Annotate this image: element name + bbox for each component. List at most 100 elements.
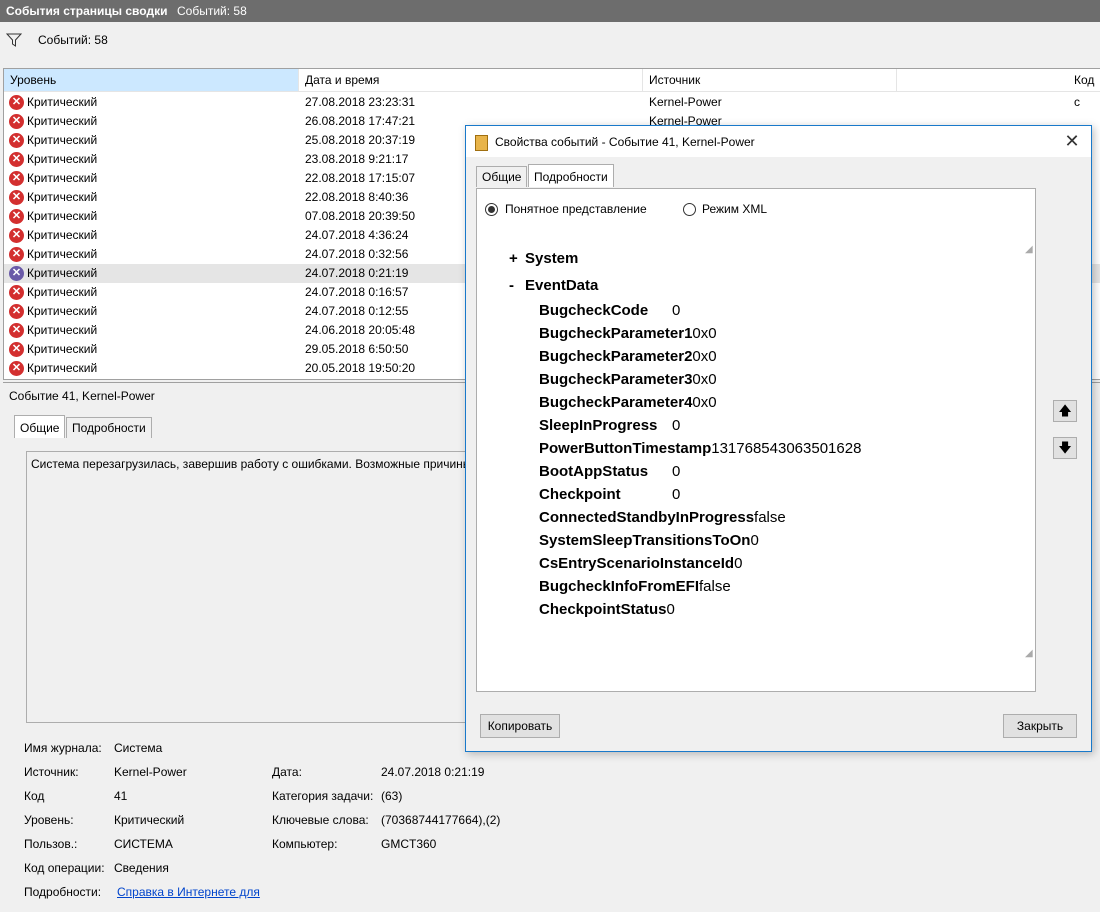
system-label: System: [525, 250, 579, 267]
arrow-down-icon[interactable]: 🡇: [1053, 437, 1077, 459]
prop-label-computer: Компьютер:: [272, 837, 338, 851]
eventdata-field: BugcheckInfoFromEFIfalse: [539, 578, 731, 595]
window-title: События страницы сводки: [6, 4, 168, 18]
field-value: 131768543063501628: [711, 440, 862, 457]
row-level: Критический: [27, 209, 98, 223]
row-level: Критический: [27, 323, 98, 337]
close-icon[interactable]: ✕: [1061, 130, 1083, 152]
prop-value-code: 41: [114, 789, 128, 803]
detail-tab-details[interactable]: Подробности: [66, 417, 152, 438]
detail-header: Событие 41, Kernel-Power: [9, 389, 155, 403]
row-level: Критический: [27, 114, 98, 128]
radio-friendly-label: Понятное представление: [505, 202, 647, 216]
critical-error-icon: ✕: [9, 152, 24, 167]
prop-label-level: Уровень:: [24, 813, 74, 827]
dialog-tab-general[interactable]: Общие: [476, 166, 528, 187]
eventdata-label: EventData: [525, 277, 599, 294]
field-value: 0: [672, 463, 681, 480]
row-datetime: 22.08.2018 8:40:36: [305, 190, 409, 204]
critical-error-icon: ✕: [9, 228, 24, 243]
field-value: 0: [734, 555, 743, 572]
field-name: BugcheckParameter2: [539, 348, 693, 365]
main-title-bar: События страницы сводки Событий: 58: [0, 0, 1100, 22]
online-help-link[interactable]: Справка в Интернете для: [117, 885, 260, 899]
critical-error-icon: ✕: [9, 247, 24, 262]
row-datetime: 22.08.2018 17:15:07: [305, 171, 416, 185]
filter-bar: Событий: 58: [0, 22, 1100, 68]
field-value: 0x0: [692, 325, 717, 342]
radio-xml-label: Режим XML: [702, 202, 768, 216]
field-name: BugcheckParameter1: [539, 325, 693, 342]
column-header-code[interactable]: Код с: [1068, 69, 1100, 109]
field-value: 0: [672, 486, 681, 503]
event-data-view[interactable]: + System - EventData BugcheckCode 0 Bugche…: [494, 230, 1033, 674]
prop-value-user: СИСТЕМА: [114, 837, 173, 851]
eventdata-field: SystemSleepTransitionsToOn0: [539, 532, 759, 549]
radio-xml-view[interactable]: [683, 203, 696, 216]
dialog-title-bar[interactable]: Свойства событий - Событие 41, Kernel-Po…: [466, 126, 1091, 157]
field-name: BugcheckCode: [539, 302, 649, 319]
eventdata-field: CheckpointStatus0: [539, 601, 675, 618]
close-button[interactable]: Закрыть: [1003, 714, 1077, 738]
row-level: Критический: [27, 133, 98, 147]
row-datetime: 24.07.2018 0:12:55: [305, 304, 409, 318]
row-datetime: 23.08.2018 9:21:17: [305, 152, 409, 166]
row-source: Kernel-Power: [649, 95, 722, 109]
table-row[interactable]: ✕ Критический 27.08.2018 23:23:31 Kernel-Po…: [4, 93, 1100, 112]
critical-error-icon: ✕: [9, 209, 24, 224]
field-name: BootAppStatus: [539, 463, 649, 480]
field-value: 0x0: [692, 394, 717, 411]
prop-label-journal: Имя журнала:: [24, 741, 102, 755]
eventdata-field: ConnectedStandbyInProgressfalse: [539, 509, 786, 526]
filter-count: Событий: 58: [38, 33, 108, 47]
row-level: Критический: [27, 304, 98, 318]
critical-error-icon: ✕: [9, 266, 24, 281]
row-datetime: 07.08.2018 20:39:50: [305, 209, 416, 223]
row-datetime: 27.08.2018 23:23:31: [305, 95, 416, 109]
eventdata-field: SleepInProgress 0: [539, 417, 680, 434]
column-header-datetime[interactable]: Дата и время: [299, 69, 643, 91]
critical-error-icon: ✕: [9, 323, 24, 338]
row-level: Критический: [27, 285, 98, 299]
dialog-title: Свойства событий - Событие 41, Kernel-Po…: [495, 135, 755, 149]
row-level: Критический: [27, 171, 98, 185]
row-datetime: 29.05.2018 6:50:50: [305, 342, 409, 356]
row-level: Критический: [27, 228, 98, 242]
row-datetime: 24.07.2018 0:21:19: [305, 266, 409, 280]
prop-label-details: Подробности:: [24, 885, 102, 899]
prop-label-category: Категория задачи:: [272, 789, 374, 803]
eventdata-field: BootAppStatus 0: [539, 463, 680, 480]
expand-icon: +: [509, 250, 518, 267]
radio-friendly-view[interactable]: [485, 203, 498, 216]
field-value: 0: [672, 302, 681, 319]
description-text: Система перезагрузилась, завершив работу…: [31, 457, 472, 471]
prop-label-source: Источник:: [24, 765, 79, 779]
dialog-tab-details[interactable]: Подробности: [528, 164, 614, 187]
eventdata-field: BugcheckParameter20x0: [539, 348, 717, 365]
eventdata-field: Checkpoint 0: [539, 486, 680, 503]
critical-error-icon: ✕: [9, 361, 24, 376]
field-name: CheckpointStatus: [539, 601, 667, 618]
row-datetime: 24.07.2018 0:32:56: [305, 247, 409, 261]
column-header-source[interactable]: Источник: [643, 69, 897, 91]
row-level: Критический: [27, 95, 98, 109]
filter-icon[interactable]: [6, 32, 22, 48]
prop-label-date: Дата:: [272, 765, 302, 779]
critical-error-icon: ✕: [9, 285, 24, 300]
detail-tab-general[interactable]: Общие: [14, 415, 66, 438]
critical-error-icon: ✕: [9, 342, 24, 357]
field-name: Checkpoint: [539, 486, 621, 503]
critical-error-icon: ✕: [9, 190, 24, 205]
prop-value-journal: Система: [114, 741, 163, 755]
row-datetime: 25.08.2018 20:37:19: [305, 133, 416, 147]
column-header-level[interactable]: Уровень: [4, 69, 299, 91]
eventdata-field: CsEntryScenarioInstanceId0: [539, 555, 742, 572]
critical-error-icon: ✕: [9, 95, 24, 110]
row-datetime: 26.08.2018 17:47:21: [305, 114, 416, 128]
field-value: 0: [666, 601, 675, 618]
copy-button[interactable]: Копировать: [480, 714, 560, 738]
arrow-up-icon[interactable]: 🡅: [1053, 400, 1077, 422]
critical-error-icon: ✕: [9, 171, 24, 186]
field-value: 0x0: [692, 371, 717, 388]
field-name: BugcheckParameter4: [539, 394, 693, 411]
